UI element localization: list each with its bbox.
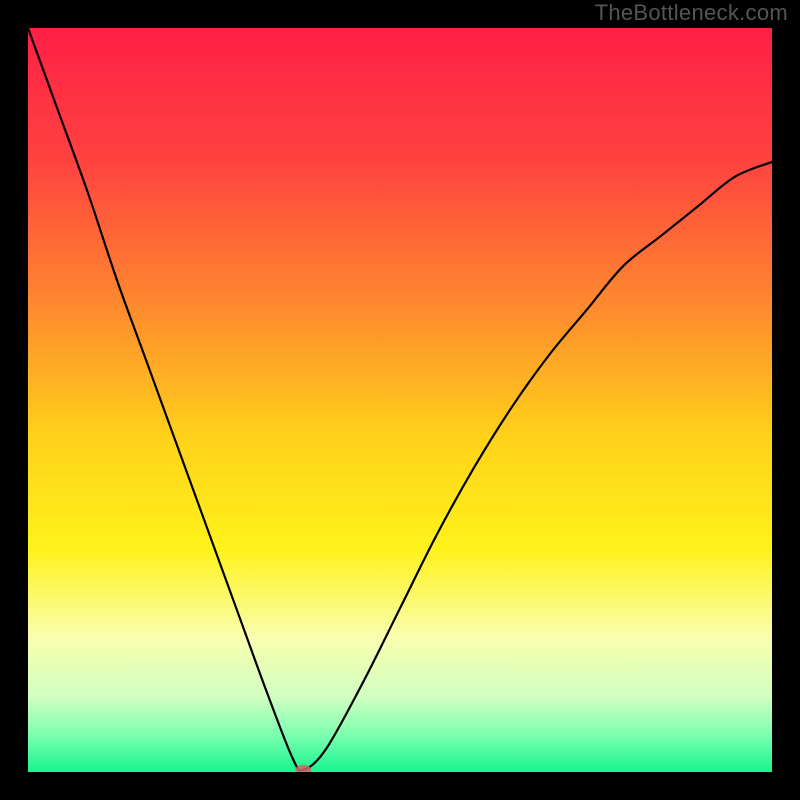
chart-frame [28, 28, 772, 772]
chart-outer: TheBottleneck.com [0, 0, 800, 800]
watermark-text: TheBottleneck.com [595, 0, 788, 26]
chart-svg [28, 28, 772, 772]
gradient-plot-area [28, 28, 772, 772]
